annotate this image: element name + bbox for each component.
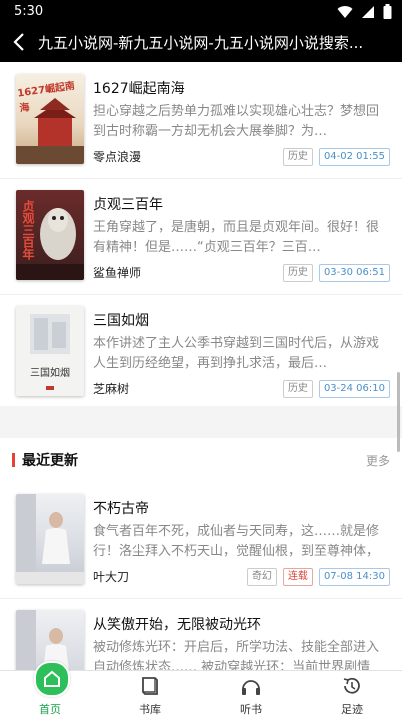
book-description: 被动修炼光环：开启后，所学功法、技能全部进入自动修炼状态…… 被动穿越光环：当前… (93, 640, 380, 670)
page-title: 九五小说网-新九五小说网-九五小说网小说搜索... (38, 34, 364, 52)
book-cover[interactable]: 1627崛起南海 (16, 74, 84, 164)
nav-label: 听书 (240, 703, 262, 716)
home-icon (34, 661, 70, 697)
status-bar: 5:30 (0, 0, 402, 24)
cover-text: 贞观三百年 (21, 200, 35, 260)
book-description: 担心穿越之后势单力孤难以实现雄心壮志？梦想回到古时称霸一方却无机会大展拳脚？为… (93, 104, 380, 139)
battery-icon (383, 4, 392, 19)
nav-label: 足迹 (341, 703, 363, 716)
book-title[interactable]: 1627崛起南海 (93, 78, 185, 98)
book-title[interactable]: 三国如烟 (93, 310, 149, 330)
book-author: 鲨鱼禅师 (93, 266, 142, 280)
recent-updates-header: 最近更新 更多 (0, 438, 402, 482)
book-cover[interactable] (16, 494, 84, 584)
bottom-nav: 首页 书库 听书 足迹 (0, 661, 402, 717)
nav-library[interactable]: 书库 (100, 671, 200, 717)
headphones-icon (242, 680, 260, 695)
category-tag: 历史 (282, 148, 313, 166)
update-time-tag: 04-02 01:55 (318, 148, 390, 166)
category-tag: 历史 (282, 264, 313, 282)
book-item[interactable]: 三国如烟 三国如烟 本作讲述了主人公季书穿越到三国时代后，从游戏人生到历经绝望，… (0, 294, 402, 411)
wifi-icon (337, 5, 353, 18)
book-icon (142, 677, 158, 695)
nav-home[interactable]: 首页 (0, 661, 100, 717)
book-item[interactable]: 不朽古帝 食气者百年不死，成仙者与天同寿，这……就是修行！洛尘拜入不朽天山，觉醒… (0, 482, 402, 599)
status-time: 5:30 (14, 4, 44, 19)
signal-icon (362, 5, 374, 18)
section-accent-bar (12, 453, 15, 467)
update-time-tag: 03-30 06:51 (318, 264, 390, 282)
book-cover[interactable]: 三国如烟 (16, 306, 84, 396)
book-item[interactable]: 从笑傲开始，无限被动光环 被动修炼光环：开启后，所学功法、技能全部进入自动修炼状… (0, 598, 402, 670)
section-divider (0, 406, 402, 438)
nav-history[interactable]: 足迹 (302, 671, 402, 717)
app-bar: 九五小说网-新九五小说网-九五小说网小说搜索... (0, 24, 402, 62)
book-description: 食气者百年不死，成仙者与天同寿，这……就是修行！洛尘拜入不朽天山，觉醒仙根，到至… (93, 524, 380, 559)
status-tag: 连载 (282, 568, 313, 586)
nav-label: 书库 (139, 703, 161, 716)
update-time-tag: 07-08 14:30 (318, 568, 390, 586)
book-cover[interactable]: 贞观三百年 (16, 190, 84, 280)
book-title[interactable]: 从笑傲开始，无限被动光环 (93, 614, 261, 634)
scrollbar[interactable] (397, 372, 400, 452)
more-link[interactable]: 更多 (366, 452, 390, 469)
nav-audio[interactable]: 听书 (201, 671, 301, 717)
book-item[interactable]: 1627崛起南海 1627崛起南海 担心穿越之后势单力孤难以实现雄心壮志？梦想回… (0, 62, 402, 179)
book-title[interactable]: 不朽古帝 (93, 498, 149, 518)
book-description: 王角穿越了，是唐朝，而且是贞观年间。很好！很有精神！但是……“贞观三百年？三百… (93, 220, 380, 255)
book-description: 本作讲述了主人公季书穿越到三国时代后，从游戏人生到历经绝望，再到挣扎求活，最后… (93, 336, 380, 371)
cover-text: 三国如烟 (30, 368, 70, 379)
book-author: 叶大刀 (93, 570, 130, 584)
section-title: 最近更新 (22, 453, 78, 469)
book-author: 零点浪漫 (93, 150, 142, 164)
category-tag: 历史 (282, 380, 313, 398)
history-icon (343, 677, 360, 694)
main-content[interactable]: 1627崛起南海 1627崛起南海 担心穿越之后势单力孤难以实现雄心壮志？梦想回… (0, 62, 402, 670)
book-item[interactable]: 贞观三百年 贞观三百年 王角穿越了，是唐朝，而且是贞观年间。很好！很有精神！但是… (0, 178, 402, 295)
category-tag: 奇幻 (246, 568, 277, 586)
book-author: 芝麻树 (93, 382, 130, 396)
update-time-tag: 03-24 06:10 (318, 380, 390, 398)
nav-label: 首页 (39, 703, 61, 716)
back-arrow-icon[interactable] (8, 30, 32, 54)
book-title[interactable]: 贞观三百年 (93, 194, 163, 214)
